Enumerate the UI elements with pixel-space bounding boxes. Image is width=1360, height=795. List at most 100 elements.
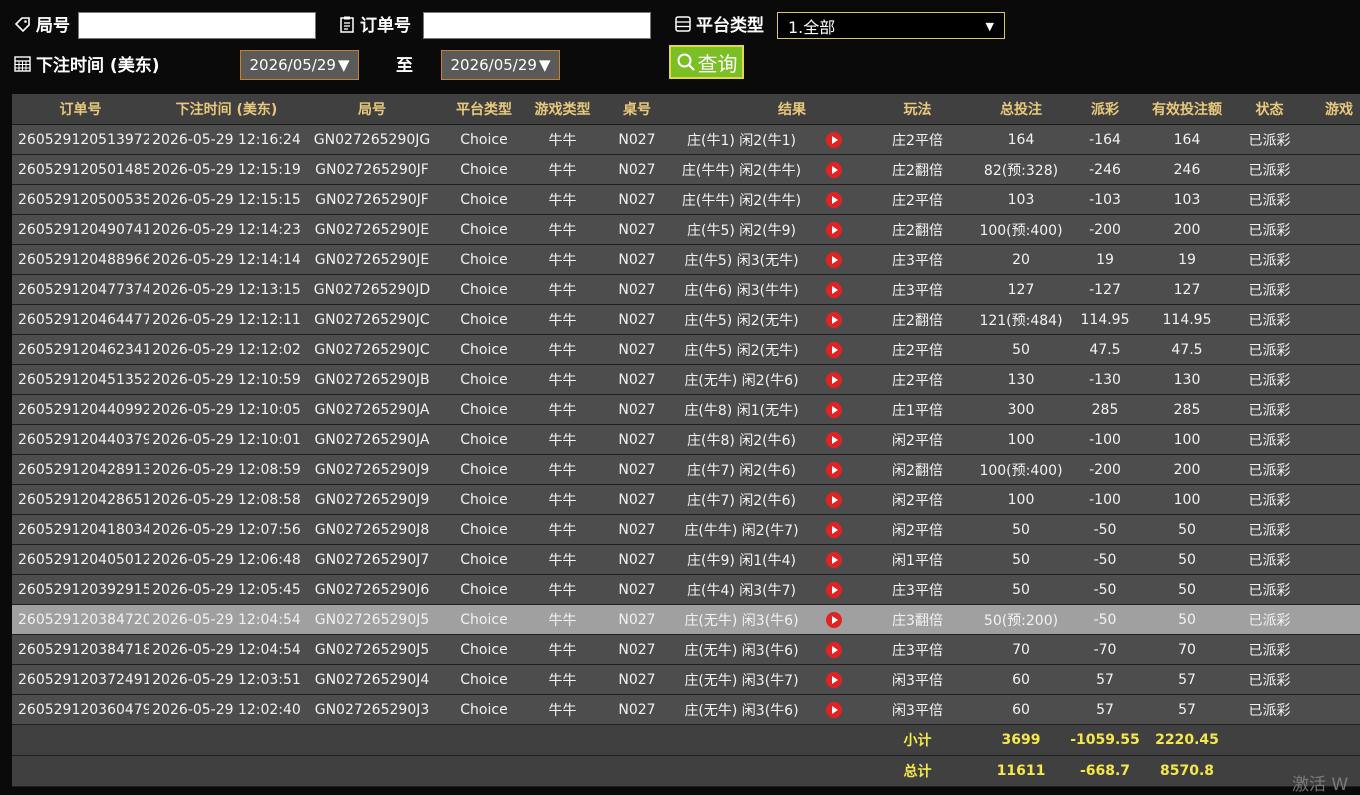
empty-cell: [12, 755, 149, 787]
play-video-icon[interactable]: [826, 221, 842, 238]
table-row[interactable]: 260529120451352 2026-05-29 12:10:59 GN0272…: [12, 364, 1360, 395]
table-row[interactable]: 260529120384718 2026-05-29 12:04:54 GN0272…: [12, 634, 1360, 665]
play-video-icon[interactable]: [826, 341, 842, 358]
table-row[interactable]: 260529120360479 2026-05-29 12:02:40 GN0272…: [12, 694, 1360, 725]
table-cell: N027: [597, 574, 677, 605]
table-row[interactable]: 260529120464477 2026-05-29 12:12:11 GN0272…: [12, 304, 1360, 335]
valid-cell: 200: [1141, 454, 1233, 485]
table-row[interactable]: 260529120405012 2026-05-29 12:06:48 GN0272…: [12, 544, 1360, 575]
game-cell: 牛牛: [528, 544, 597, 575]
play-video-icon[interactable]: [826, 461, 842, 478]
play-video-icon[interactable]: [826, 671, 842, 688]
round-cell: GN027265290J7: [304, 544, 440, 575]
platform-select[interactable]: 1.全部 ▼: [777, 12, 1005, 39]
play-video-icon[interactable]: [826, 581, 842, 598]
table-row[interactable]: 260529120384720 2026-05-29 12:04:54 GN0272…: [12, 604, 1360, 635]
to-label-text: 至: [396, 56, 413, 76]
table-row[interactable]: 260529120500535 2026-05-29 12:15:15 GN0272…: [12, 184, 1360, 215]
bet-cell: 50: [973, 544, 1069, 575]
replay-cell: [806, 154, 862, 185]
payout-cell: 285: [1069, 394, 1141, 425]
query-button[interactable]: 查询: [669, 45, 744, 79]
play-video-icon[interactable]: [826, 521, 842, 538]
caret-down-icon: ▼: [337, 56, 350, 74]
status-cell: 已派彩: [1233, 214, 1306, 245]
valid-cell: 57: [1141, 694, 1233, 725]
play-video-icon[interactable]: [826, 281, 842, 298]
valid-cell: 285: [1141, 394, 1233, 425]
payout-cell: 47.5: [1069, 334, 1141, 365]
table-row[interactable]: 260529120428913 2026-05-29 12:08:59 GN0272…: [12, 454, 1360, 485]
time-cell: 2026-05-29 12:06:48: [149, 544, 304, 575]
order-input[interactable]: [423, 12, 651, 39]
platform-cell: Choice: [440, 574, 528, 605]
play-video-icon[interactable]: [826, 311, 842, 328]
result-cell: 庄(无牛) 闲3(牛6): [677, 694, 806, 725]
play-video-icon[interactable]: [826, 611, 842, 628]
result-cell: 庄(无牛) 闲3(牛7): [677, 664, 806, 695]
table-cell: N027: [597, 484, 677, 515]
play-video-icon[interactable]: [826, 701, 842, 718]
table-row[interactable]: 260529120488966 2026-05-29 12:14:14 GN0272…: [12, 244, 1360, 275]
play-video-icon[interactable]: [826, 161, 842, 178]
col-header: 有效投注额: [1141, 94, 1233, 125]
date-to-picker[interactable]: 2026/05/29 ▼: [441, 50, 560, 80]
play-cell: 闲3平倍: [862, 694, 973, 725]
table-row[interactable]: 260529120440379 2026-05-29 12:10:01 GN0272…: [12, 424, 1360, 455]
play-video-icon[interactable]: [826, 251, 842, 268]
order-label-text: 订单号: [360, 16, 411, 36]
payout-cell: 57: [1069, 694, 1141, 725]
table-row[interactable]: 260529120490741 2026-05-29 12:14:23 GN0272…: [12, 214, 1360, 245]
table-row[interactable]: 260529120440992 2026-05-29 12:10:05 GN0272…: [12, 394, 1360, 425]
play-video-icon[interactable]: [826, 191, 842, 208]
table-row[interactable]: 260529120392915 2026-05-29 12:05:45 GN0272…: [12, 574, 1360, 605]
play-cell: 庄3平倍: [862, 574, 973, 605]
table-cell: N027: [597, 664, 677, 695]
play-video-icon[interactable]: [826, 401, 842, 418]
replay-cell: [806, 514, 862, 545]
order-cell: 260529120501485: [12, 154, 149, 185]
table-cell: N027: [597, 544, 677, 575]
status-cell: 已派彩: [1233, 304, 1306, 335]
result-cell: 庄(牛5) 闲2(牛9): [677, 214, 806, 245]
play-video-icon[interactable]: [826, 131, 842, 148]
game-cell: 牛牛: [528, 604, 597, 635]
game-cell: 牛牛: [528, 184, 597, 215]
game-cell: [1306, 694, 1360, 725]
bet-cell: 300: [973, 394, 1069, 425]
subtotal-row-payout: -1059.55: [1069, 724, 1141, 756]
empty-cell: [440, 724, 528, 756]
play-video-icon[interactable]: [826, 641, 842, 658]
play-cell: 庄2平倍: [862, 124, 973, 155]
table-row[interactable]: 260529120477374 2026-05-29 12:13:15 GN0272…: [12, 274, 1360, 305]
game-cell: [1306, 214, 1360, 245]
game-cell: [1306, 604, 1360, 635]
table-row[interactable]: 260529120501485 2026-05-29 12:15:19 GN0272…: [12, 154, 1360, 185]
date-from-picker[interactable]: 2026/05/29 ▼: [240, 50, 359, 80]
play-video-icon[interactable]: [826, 371, 842, 388]
table-cell: N027: [597, 244, 677, 275]
platform-selected-value: 1.全部: [788, 17, 836, 37]
result-cell: 庄(牛牛) 闲2(牛牛): [677, 184, 806, 215]
tag-icon: [14, 16, 30, 32]
order-cell: 260529120428651: [12, 484, 149, 515]
caret-down-icon: ▼: [538, 56, 551, 74]
round-input[interactable]: [78, 12, 316, 39]
table-cell: N027: [597, 334, 677, 365]
table-row[interactable]: 260529120418034 2026-05-29 12:07:56 GN0272…: [12, 514, 1360, 545]
table-row[interactable]: 260529120462341 2026-05-29 12:12:02 GN0272…: [12, 334, 1360, 365]
table-row[interactable]: 260529120513972 2026-05-29 12:16:24 GN0272…: [12, 124, 1360, 155]
time-cell: 2026-05-29 12:16:24: [149, 124, 304, 155]
result-cell: 庄(牛6) 闲3(牛牛): [677, 274, 806, 305]
play-video-icon[interactable]: [826, 431, 842, 448]
game-cell: 牛牛: [528, 574, 597, 605]
total-row-bet: 11611: [973, 755, 1069, 787]
play-video-icon[interactable]: [826, 551, 842, 568]
table-row[interactable]: 260529120372491 2026-05-29 12:03:51 GN0272…: [12, 664, 1360, 695]
play-video-icon[interactable]: [826, 491, 842, 508]
replay-cell: [806, 124, 862, 155]
table-row[interactable]: 260529120428651 2026-05-29 12:08:58 GN0272…: [12, 484, 1360, 515]
game-cell: [1306, 574, 1360, 605]
play-cell: 闲2平倍: [862, 484, 973, 515]
game-cell: 牛牛: [528, 274, 597, 305]
